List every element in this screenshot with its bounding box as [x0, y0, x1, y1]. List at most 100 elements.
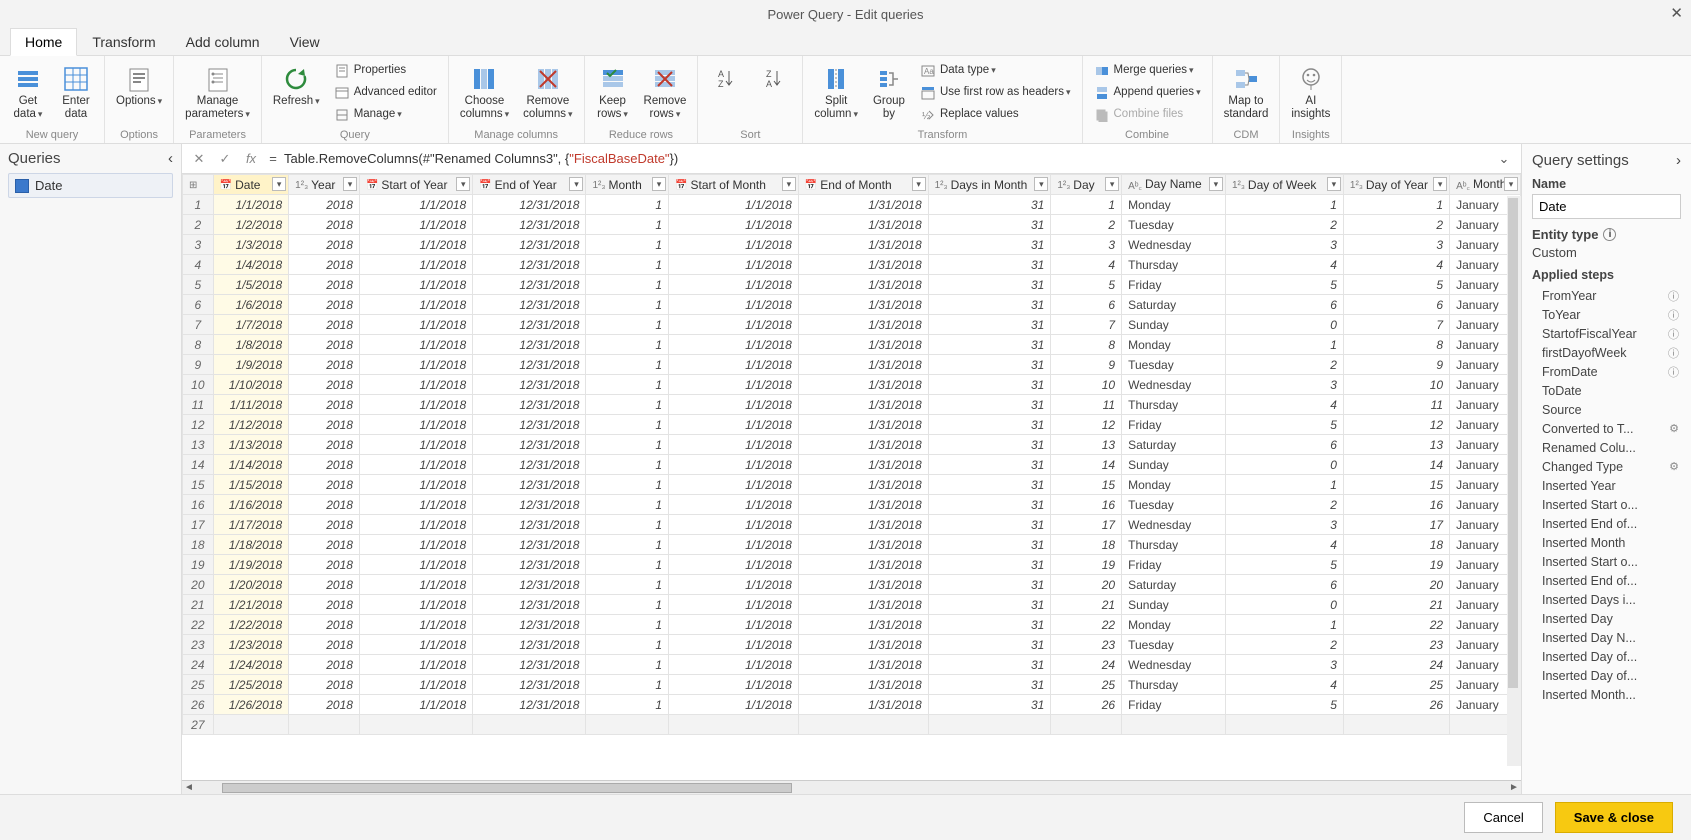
sort-desc-button[interactable]: ZA [752, 60, 796, 98]
table-row[interactable]: 31/3/201820181/1/201812/31/201811/1/2018… [183, 235, 1521, 255]
table-row[interactable]: 201/20/201820181/1/201812/31/201811/1/20… [183, 575, 1521, 595]
info-icon[interactable]: i [1603, 228, 1616, 241]
table-row[interactable]: 91/9/201820181/1/201812/31/201811/1/2018… [183, 355, 1521, 375]
choose-columns-button[interactable]: Choose columns [455, 60, 514, 124]
column-filter-icon[interactable]: ▾ [272, 177, 286, 191]
gear-icon[interactable]: ⚙ [1669, 460, 1679, 473]
step-inserted-day-of-[interactable]: Inserted Day of... [1532, 647, 1681, 666]
step-startoffiscalyear[interactable]: StartofFiscalYearⓘ [1532, 324, 1681, 343]
split-column-button[interactable]: Split column [809, 60, 863, 124]
expand-formula-icon[interactable]: ⌄ [1493, 151, 1515, 167]
table-row[interactable]: 21/2/201820181/1/201812/31/201811/1/2018… [183, 215, 1521, 235]
table-row[interactable]: 141/14/201820181/1/201812/31/201811/1/20… [183, 455, 1521, 475]
step-inserted-month[interactable]: Inserted Month [1532, 533, 1681, 552]
formula-text[interactable]: Table.RemoveColumns(#"Renamed Columns3",… [284, 151, 1489, 167]
column-header-days-in-month[interactable]: 1²₃Days in Month▾ [928, 175, 1051, 195]
column-filter-icon[interactable]: ▾ [912, 177, 926, 191]
data-type-button[interactable]: AaData type [915, 60, 1076, 82]
column-header-day-name[interactable]: Aᵇ꜀Day Name▾ [1122, 175, 1226, 195]
data-grid[interactable]: ⊞📅Date▾1²₃Year▾📅Start of Year▾📅End of Ye… [182, 174, 1521, 780]
info-icon[interactable]: ⓘ [1668, 326, 1679, 342]
table-row[interactable]: 101/10/201820181/1/201812/31/201811/1/20… [183, 375, 1521, 395]
column-filter-icon[interactable]: ▾ [1034, 177, 1048, 191]
sort-asc-button[interactable]: AZ [704, 60, 748, 98]
column-filter-icon[interactable]: ▾ [343, 177, 357, 191]
remove-rows-button[interactable]: Remove rows [639, 60, 692, 124]
column-filter-icon[interactable]: ▾ [1504, 177, 1518, 191]
remove-columns-button[interactable]: Remove columns [518, 60, 577, 124]
table-row[interactable]: 251/25/201820181/1/201812/31/201811/1/20… [183, 675, 1521, 695]
properties-button[interactable]: Properties [329, 60, 442, 82]
step-inserted-start-o-[interactable]: Inserted Start o... [1532, 495, 1681, 514]
table-row[interactable]: 131/13/201820181/1/201812/31/201811/1/20… [183, 435, 1521, 455]
step-inserted-day-n-[interactable]: Inserted Day N... [1532, 628, 1681, 647]
tab-add-column[interactable]: Add column [171, 28, 275, 55]
table-row[interactable]: 171/17/201820181/1/201812/31/201811/1/20… [183, 515, 1521, 535]
table-row[interactable]: 161/16/201820181/1/201812/31/201811/1/20… [183, 495, 1521, 515]
vertical-scrollbar[interactable] [1507, 196, 1521, 766]
column-header-start-of-year[interactable]: 📅Start of Year▾ [359, 175, 472, 195]
table-row[interactable]: 51/5/201820181/1/201812/31/201811/1/2018… [183, 275, 1521, 295]
expand-settings-icon[interactable]: › [1676, 152, 1681, 169]
step-inserted-end-of-[interactable]: Inserted End of... [1532, 514, 1681, 533]
step-inserted-month-[interactable]: Inserted Month... [1532, 685, 1681, 704]
table-row[interactable]: 181/18/201820181/1/201812/31/201811/1/20… [183, 535, 1521, 555]
step-inserted-days-i-[interactable]: Inserted Days i... [1532, 590, 1681, 609]
table-row[interactable]: 71/7/201820181/1/201812/31/201811/1/2018… [183, 315, 1521, 335]
keep-rows-button[interactable]: Keep rows [591, 60, 635, 124]
info-icon[interactable]: ⓘ [1668, 345, 1679, 361]
close-icon[interactable]: ✕ [1670, 4, 1683, 22]
table-row[interactable]: 41/4/201820181/1/201812/31/201811/1/2018… [183, 255, 1521, 275]
step-firstdayofweek[interactable]: firstDayofWeekⓘ [1532, 343, 1681, 362]
fx-icon[interactable]: fx [240, 148, 262, 170]
step-toyear[interactable]: ToYearⓘ [1532, 305, 1681, 324]
column-header-day-of-year[interactable]: 1²₃Day of Year▾ [1343, 175, 1449, 195]
column-filter-icon[interactable]: ▾ [1327, 177, 1341, 191]
horizontal-scrollbar[interactable]: ◄► [182, 780, 1521, 794]
column-header-date[interactable]: 📅Date▾ [213, 175, 289, 195]
column-header-start-of-month[interactable]: 📅Start of Month▾ [669, 175, 799, 195]
step-todate[interactable]: ToDate [1532, 381, 1681, 400]
gear-icon[interactable]: ⚙ [1669, 422, 1679, 435]
tab-home[interactable]: Home [10, 28, 77, 56]
table-row[interactable]: 151/15/201820181/1/201812/31/201811/1/20… [183, 475, 1521, 495]
table-row[interactable]: 241/24/201820181/1/201812/31/201811/1/20… [183, 655, 1521, 675]
append-queries-button[interactable]: Append queries [1089, 82, 1206, 104]
column-header-year[interactable]: 1²₃Year▾ [289, 175, 360, 195]
manage-button[interactable]: Manage [329, 104, 442, 126]
column-filter-icon[interactable]: ▾ [456, 177, 470, 191]
table-row[interactable]: 191/19/201820181/1/201812/31/201811/1/20… [183, 555, 1521, 575]
info-icon[interactable]: ⓘ [1668, 288, 1679, 304]
column-filter-icon[interactable]: ▾ [1209, 177, 1223, 191]
query-item-date[interactable]: Date [8, 173, 173, 198]
column-filter-icon[interactable]: ▾ [782, 177, 796, 191]
map-to-standard-button[interactable]: Map to standard [1219, 60, 1274, 124]
merge-queries-button[interactable]: Merge queries [1089, 60, 1206, 82]
column-header-end-of-month[interactable]: 📅End of Month▾ [798, 175, 928, 195]
step-source[interactable]: Source [1532, 400, 1681, 419]
collapse-queries-icon[interactable]: ‹ [168, 150, 173, 167]
column-header-month-n[interactable]: Aᵇ꜀Month N▾ [1450, 175, 1521, 195]
table-row[interactable]: 221/22/201820181/1/201812/31/201811/1/20… [183, 615, 1521, 635]
table-row[interactable]: 11/1/201820181/1/201812/31/201811/1/2018… [183, 195, 1521, 215]
table-row[interactable]: 211/21/201820181/1/201812/31/201811/1/20… [183, 595, 1521, 615]
step-inserted-start-o-[interactable]: Inserted Start o... [1532, 552, 1681, 571]
tab-view[interactable]: View [275, 28, 335, 55]
column-header-day-of-week[interactable]: 1²₃Day of Week▾ [1225, 175, 1343, 195]
column-filter-icon[interactable]: ▾ [652, 177, 666, 191]
step-inserted-year[interactable]: Inserted Year [1532, 476, 1681, 495]
step-fromdate[interactable]: FromDateⓘ [1532, 362, 1681, 381]
replace-values-button[interactable]: ½Replace values [915, 104, 1076, 126]
table-row[interactable]: 61/6/201820181/1/201812/31/201811/1/2018… [183, 295, 1521, 315]
cancel-button[interactable]: Cancel [1464, 802, 1542, 833]
advanced-editor-button[interactable]: Advanced editor [329, 82, 442, 104]
manage-parameters-button[interactable]: Manage parameters [180, 60, 255, 124]
step-fromyear[interactable]: FromYearⓘ [1532, 286, 1681, 305]
column-filter-icon[interactable]: ▾ [569, 177, 583, 191]
table-row[interactable]: 231/23/201820181/1/201812/31/201811/1/20… [183, 635, 1521, 655]
table-row[interactable]: 121/12/201820181/1/201812/31/201811/1/20… [183, 415, 1521, 435]
commit-formula-icon[interactable]: ✓ [214, 148, 236, 170]
info-icon[interactable]: ⓘ [1668, 307, 1679, 323]
step-renamed-colu-[interactable]: Renamed Colu... [1532, 438, 1681, 457]
column-header-month[interactable]: 1²₃Month▾ [586, 175, 669, 195]
